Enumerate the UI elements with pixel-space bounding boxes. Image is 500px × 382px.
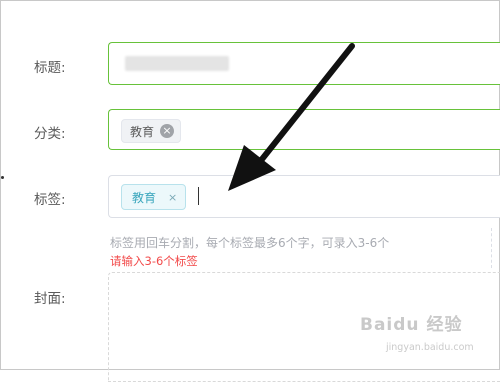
baidu-jingyan-watermark: Baidu 经验 jingyan.baidu.com xyxy=(360,310,498,366)
watermark-brand: Baidu 经验 xyxy=(360,315,463,335)
watermark-url: jingyan.baidu.com xyxy=(386,342,474,353)
